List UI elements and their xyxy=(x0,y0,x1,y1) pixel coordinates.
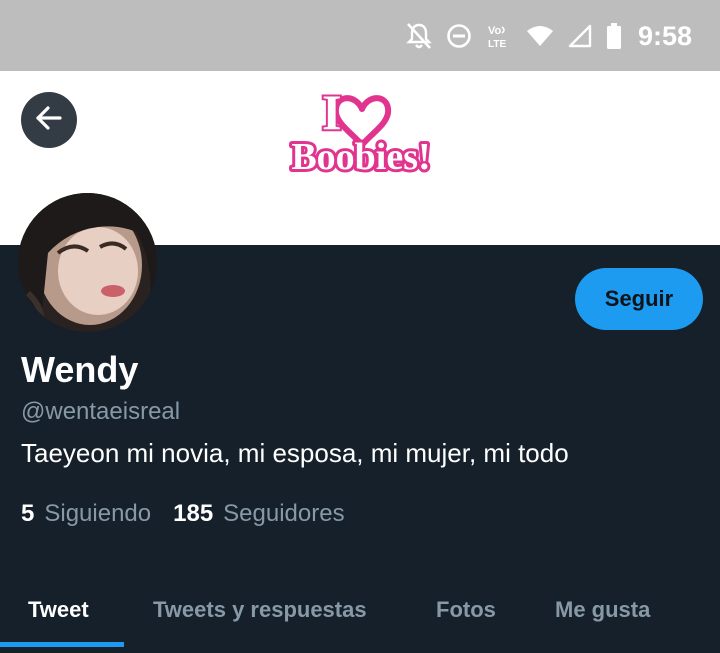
user-handle: @wentaeisreal xyxy=(21,398,181,425)
tab-tweet[interactable]: Tweet xyxy=(0,575,124,645)
tab-fotos[interactable]: Fotos xyxy=(408,575,555,645)
active-tab-indicator xyxy=(0,642,124,647)
avatar[interactable] xyxy=(18,193,157,332)
user-bio: Taeyeon mi novia, mi esposa, mi mujer, m… xyxy=(21,438,569,468)
volte-lte-icon: Vo LTE xyxy=(486,23,512,49)
battery-icon xyxy=(606,22,622,50)
following-label: Siguiendo xyxy=(44,500,152,527)
status-icons: Vo LTE 9:58 xyxy=(406,18,692,54)
do-not-disturb-icon xyxy=(446,23,472,49)
profile-stats: 5 Siguiendo 185 Seguidores xyxy=(21,500,367,528)
back-button[interactable] xyxy=(21,92,77,148)
status-bar: Vo LTE 9:58 xyxy=(0,0,720,71)
tab-me-gusta[interactable]: Me gusta xyxy=(555,575,715,645)
followers-label: Seguidores xyxy=(223,500,345,527)
display-name: Wendy xyxy=(21,349,139,390)
arrow-left-icon xyxy=(33,102,65,139)
lte-text: LTE xyxy=(488,39,506,49)
followers-stat[interactable]: 185 Seguidores xyxy=(173,500,344,528)
follow-button[interactable]: Seguir xyxy=(575,268,703,330)
wifi-icon xyxy=(526,24,554,48)
following-stat[interactable]: 5 Siguiendo xyxy=(21,500,151,528)
following-count: 5 xyxy=(21,500,35,527)
notifications-off-icon xyxy=(406,22,432,50)
logo-letter-i: I xyxy=(322,84,341,140)
status-time: 9:58 xyxy=(637,20,692,51)
cellular-signal-icon xyxy=(568,24,592,48)
followers-count: 185 xyxy=(173,500,214,527)
volte-text: Vo xyxy=(488,25,502,37)
tab-tweets-y-respuestas[interactable]: Tweets y respuestas xyxy=(124,575,408,645)
logo-text: Boobies! xyxy=(291,136,430,178)
banner-logo: I Boobies! xyxy=(288,82,433,179)
